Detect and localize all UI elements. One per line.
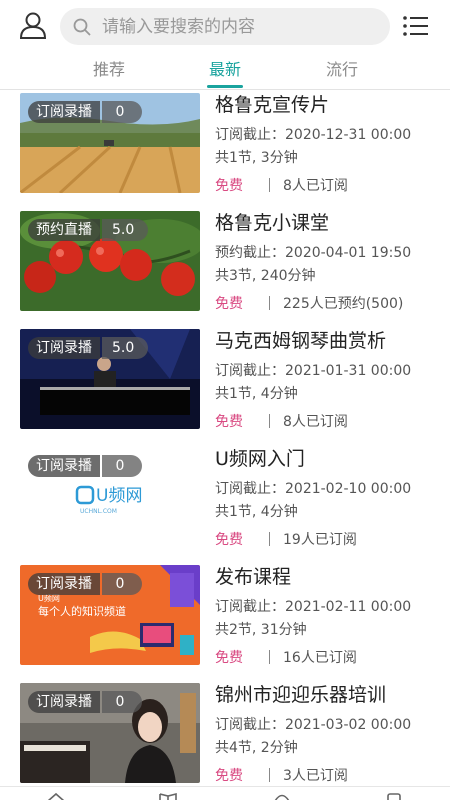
course-deadline: 订阅截止：2021-02-11 00:00 <box>215 599 412 615</box>
divider <box>269 650 270 664</box>
list-menu-icon[interactable] <box>402 12 430 40</box>
profile-tab-icon[interactable] <box>384 792 404 800</box>
course-item[interactable]: U频网 每个人的知识频道 订阅录播 0 发布课程 订阅截止：2021-02-11… <box>0 562 450 680</box>
course-title[interactable]: 格鲁克小课堂 <box>215 208 329 235</box>
badge-type: 预约直播 <box>28 219 100 241</box>
course-badge: 订阅录播 5.0 <box>28 337 149 359</box>
search-box[interactable] <box>60 8 390 45</box>
course-thumbnail[interactable]: U频网 UCHNL.COM 订阅录播 0 <box>20 447 200 547</box>
course-badge: 预约直播 5.0 <box>28 219 149 241</box>
course-title[interactable]: 发布课程 <box>215 562 291 589</box>
course-meta: 共2节, 31分钟 <box>215 622 307 638</box>
course-item[interactable]: 订阅录播 5.0 马克西姆钢琴曲赏析 订阅截止：2021-01-31 00:00… <box>0 326 450 444</box>
subscriber-count: 3人已订阅 <box>283 768 348 784</box>
course-badge: 订阅录播 0 <box>28 573 142 595</box>
badge-score: 0 <box>102 101 142 123</box>
badge-type: 订阅录播 <box>28 337 100 359</box>
course-deadline: 订阅截止：2021-03-02 00:00 <box>215 717 412 733</box>
course-price: 免费 <box>215 650 243 666</box>
course-item[interactable]: U频网 UCHNL.COM 订阅录播 0 U频网入门 订阅截止：2021-02-… <box>0 444 450 562</box>
search-icon <box>73 18 91 36</box>
course-item[interactable]: 订阅录播 0 锦州市迎迎乐器培训 订阅截止：2021-03-02 00:00 共… <box>0 680 450 798</box>
course-badge: 订阅录播 0 <box>28 691 142 713</box>
user-profile-icon[interactable] <box>18 10 48 40</box>
divider <box>269 532 270 546</box>
badge-type: 订阅录播 <box>28 573 100 595</box>
badge-type: 订阅录播 <box>28 101 100 123</box>
discover-icon[interactable] <box>272 792 292 800</box>
course-deadline: 订阅截止：2020-12-31 00:00 <box>215 127 412 143</box>
category-tabs: 推荐 最新 流行 <box>0 52 450 90</box>
course-meta: 共3节, 240分钟 <box>215 268 316 284</box>
course-meta: 共1节, 3分钟 <box>215 150 298 166</box>
course-badge: 订阅录播 0 <box>28 455 142 477</box>
divider <box>269 178 270 192</box>
subscriber-count: 8人已订阅 <box>283 414 348 430</box>
badge-score: 0 <box>102 573 142 595</box>
course-badge: 订阅录播 0 <box>28 101 142 123</box>
badge-score: 5.0 <box>102 219 149 241</box>
course-thumbnail[interactable]: 订阅录播 5.0 <box>20 329 200 429</box>
course-meta: 共1节, 4分钟 <box>215 504 298 520</box>
course-title[interactable]: 格鲁克宣传片 <box>215 90 329 117</box>
subscriber-count: 19人已订阅 <box>283 532 357 548</box>
logo-url: UCHNL.COM <box>80 508 117 515</box>
course-thumbnail[interactable]: 预约直播 5.0 <box>20 211 200 311</box>
course-price: 免费 <box>215 178 243 194</box>
top-bar <box>0 0 450 52</box>
logo-name: U频网 <box>96 486 142 506</box>
course-price: 免费 <box>215 532 243 548</box>
badge-score: 5.0 <box>102 337 149 359</box>
course-meta: 共4节, 2分钟 <box>215 740 298 756</box>
course-thumbnail[interactable]: 订阅录播 0 <box>20 683 200 783</box>
subscriber-count: 8人已订阅 <box>283 178 348 194</box>
tab-popular[interactable]: 流行 <box>302 58 382 88</box>
badge-score: 0 <box>102 691 142 713</box>
book-icon[interactable] <box>158 792 178 800</box>
tab-recommend[interactable]: 推荐 <box>69 58 149 88</box>
course-title[interactable]: U频网入门 <box>215 444 305 471</box>
course-item[interactable]: 订阅录播 0 格鲁克宣传片 订阅截止：2020-12-31 00:00 共1节,… <box>0 90 450 208</box>
course-thumbnail[interactable]: 订阅录播 0 <box>20 93 200 193</box>
badge-score: 0 <box>102 455 142 477</box>
divider <box>269 768 270 782</box>
course-deadline: 订阅截止：2021-02-10 00:00 <box>215 481 412 497</box>
bottom-nav <box>0 786 450 800</box>
course-title[interactable]: 马克西姆钢琴曲赏析 <box>215 326 386 353</box>
tab-latest[interactable]: 最新 <box>185 58 265 88</box>
course-price: 免费 <box>215 414 243 430</box>
course-item[interactable]: 预约直播 5.0 格鲁克小课堂 预约截止：2020-04-01 19:50 共3… <box>0 208 450 326</box>
course-title[interactable]: 锦州市迎迎乐器培训 <box>215 680 386 707</box>
subscriber-count: 16人已订阅 <box>283 650 357 666</box>
home-icon[interactable] <box>46 792 66 800</box>
course-price: 免费 <box>215 296 243 312</box>
course-thumbnail[interactable]: U频网 每个人的知识频道 订阅录播 0 <box>20 565 200 665</box>
banner-slogan: 每个人的知识频道 <box>38 604 126 618</box>
course-meta: 共1节, 4分钟 <box>215 386 298 402</box>
divider <box>269 414 270 428</box>
search-input[interactable] <box>102 8 372 45</box>
badge-type: 订阅录播 <box>28 691 100 713</box>
course-deadline: 预约截止：2020-04-01 19:50 <box>215 245 412 261</box>
divider <box>269 296 270 310</box>
course-price: 免费 <box>215 768 243 784</box>
course-deadline: 订阅截止：2021-01-31 00:00 <box>215 363 412 379</box>
subscriber-count: 225人已预约(500) <box>283 296 404 312</box>
badge-type: 订阅录播 <box>28 455 100 477</box>
